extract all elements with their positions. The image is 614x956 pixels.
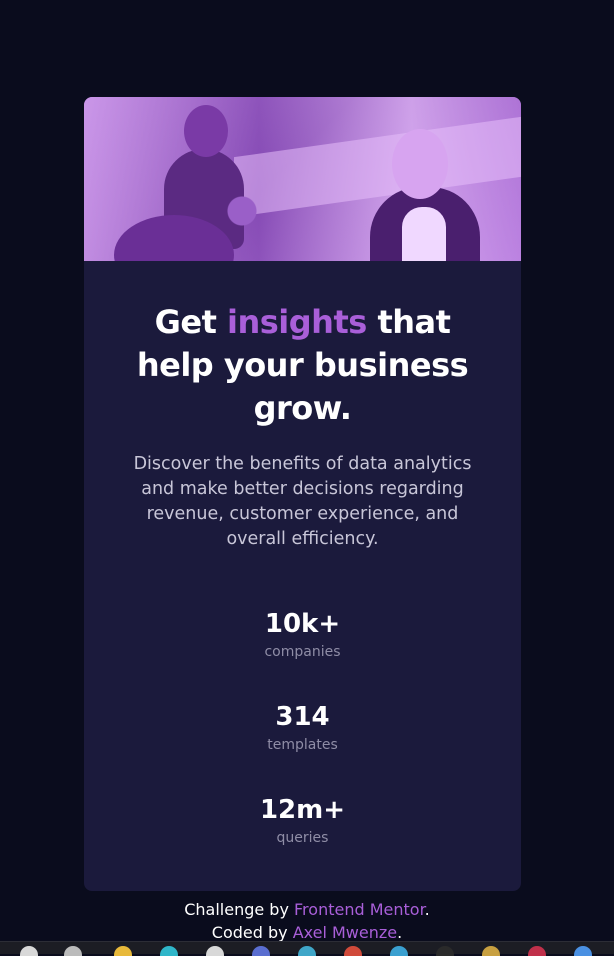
stat-queries: 12m+ queries (84, 794, 521, 887)
stat-label: companies (264, 644, 341, 660)
headline: Get insights that help your business gro… (123, 301, 483, 430)
description: Discover the benefits of data analytics … (133, 454, 472, 549)
headline-before: Get (154, 303, 227, 341)
hero-person-right-head (392, 129, 448, 199)
app-icon[interactable] (390, 946, 408, 956)
attribution-suffix: . (424, 900, 430, 919)
store-icon[interactable] (206, 946, 224, 956)
stat-label: queries (276, 830, 329, 846)
stat-value: 314 (275, 702, 330, 732)
hero-person-right-shirt (402, 207, 446, 261)
taskbar (0, 941, 614, 956)
browser-icon[interactable] (160, 946, 178, 956)
card-content: Get insights that help your business gro… (84, 261, 521, 887)
hero-person-left-head (184, 105, 228, 157)
app-icon[interactable] (482, 946, 500, 956)
stat-companies: 10k+ companies (84, 608, 521, 701)
attribution-prefix: Challenge by (184, 900, 295, 919)
app-icon[interactable] (574, 946, 592, 956)
hero-image (84, 97, 521, 261)
frontend-mentor-link[interactable]: Frontend Mentor (294, 900, 425, 919)
headline-accent: insights (227, 303, 367, 341)
app-icon[interactable] (436, 946, 454, 956)
app-icon[interactable] (528, 946, 546, 956)
attribution-prefix: Coded by (211, 923, 293, 942)
app-icon[interactable] (252, 946, 270, 956)
stat-value: 10k+ (264, 609, 341, 639)
attribution: Challenge by Frontend Mentor. Coded by A… (0, 898, 614, 944)
stat-value: 12m+ (259, 795, 346, 825)
app-icon[interactable] (298, 946, 316, 956)
author-link[interactable]: Axel Mwenze (293, 923, 397, 942)
search-icon[interactable] (20, 946, 38, 956)
folder-icon[interactable] (114, 946, 132, 956)
app-icon[interactable] (344, 946, 362, 956)
stat-label: templates (267, 737, 338, 753)
attribution-suffix: . (397, 923, 403, 942)
stat-templates: 314 templates (84, 701, 521, 794)
stats-preview-card: Get insights that help your business gro… (84, 97, 521, 891)
stats-list: 10k+ companies 314 templates 12m+ querie… (84, 608, 521, 887)
attribution-line-1: Challenge by Frontend Mentor. (0, 898, 614, 921)
task-view-icon[interactable] (64, 946, 82, 956)
